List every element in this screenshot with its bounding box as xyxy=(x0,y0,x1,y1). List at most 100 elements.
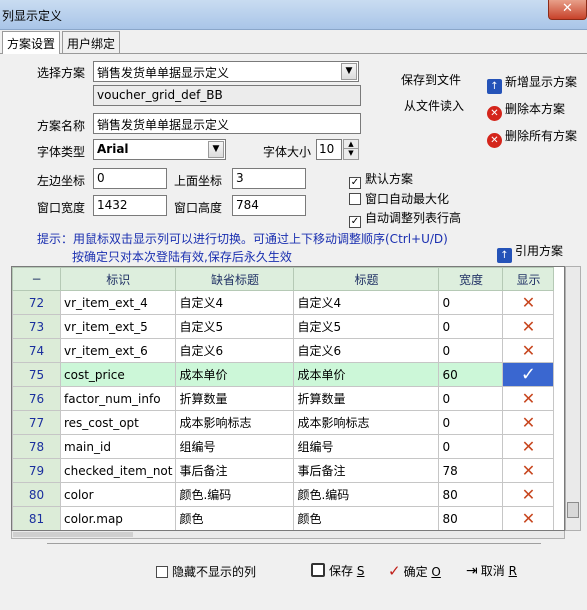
row-number-cell[interactable]: 79 xyxy=(12,458,61,483)
show-toggle-cell[interactable]: ✕ xyxy=(502,410,555,435)
show-toggle-cell[interactable]: ✕ xyxy=(502,338,555,363)
chevron-down-icon[interactable]: ▼ xyxy=(344,149,358,158)
column-header-show[interactable]: 显示 xyxy=(502,267,555,291)
width-cell[interactable]: 0 xyxy=(438,386,504,411)
title-cell[interactable]: 成本单价 xyxy=(293,362,440,387)
hide-hidden-columns-checkbox[interactable]: 隐藏不显示的列 xyxy=(156,563,256,580)
table-row[interactable]: 80 color 颜色.编码 颜色.编码 80 ✕ xyxy=(12,482,555,507)
column-header-default-title[interactable]: 缺省标题 xyxy=(175,267,295,291)
width-cell[interactable]: 0 xyxy=(438,338,504,363)
row-number-cell[interactable]: 73 xyxy=(12,314,61,339)
default-title-cell[interactable]: 折算数量 xyxy=(175,386,295,411)
scheme-select[interactable]: 销售发货单单据显示定义 ▼ xyxy=(93,61,359,82)
font-size-stepper[interactable]: ▲ ▼ xyxy=(343,139,359,160)
default-title-cell[interactable]: 自定义6 xyxy=(175,338,295,363)
id-cell[interactable]: checked_item_not xyxy=(59,458,177,483)
id-cell[interactable]: cost_price xyxy=(59,362,177,387)
table-row[interactable]: 77 res_cost_opt 成本影响标志 成本影响标志 0 ✕ xyxy=(12,410,555,435)
show-toggle-cell[interactable]: ✕ xyxy=(502,314,555,339)
show-toggle-cell[interactable]: ✕ xyxy=(502,482,555,507)
id-cell[interactable]: res_cost_opt xyxy=(59,410,177,435)
scrollbar-thumb[interactable] xyxy=(567,502,579,518)
id-cell[interactable]: color xyxy=(59,482,177,507)
row-number-cell[interactable]: 80 xyxy=(12,482,61,507)
table-row[interactable]: 73 vr_item_ext_5 自定义5 自定义5 0 ✕ xyxy=(12,314,555,339)
column-header-id[interactable]: 标识 xyxy=(59,267,177,291)
table-row[interactable]: 75 cost_price 成本单价 成本单价 60 ✓ xyxy=(12,362,555,387)
width-cell[interactable]: 0 xyxy=(438,434,504,459)
row-number-cell[interactable]: 75 xyxy=(12,362,61,387)
title-cell[interactable]: 颜色.编码 xyxy=(293,482,440,507)
table-row[interactable]: 81 color.map 颜色 颜色 80 ✕ xyxy=(12,506,555,530)
delete-scheme-button[interactable]: ✕ 删除本方案 xyxy=(487,100,565,121)
show-toggle-cell[interactable]: ✕ xyxy=(502,434,555,459)
font-type-select[interactable]: Arial ▼ xyxy=(93,139,226,160)
show-toggle-cell[interactable]: ✕ xyxy=(502,290,555,315)
title-cell[interactable]: 折算数量 xyxy=(293,386,440,411)
close-button[interactable]: ✕ xyxy=(548,0,587,20)
show-toggle-cell[interactable]: ✕ xyxy=(502,458,555,483)
title-cell[interactable]: 自定义5 xyxy=(293,314,440,339)
grid-horizontal-scrollbar[interactable] xyxy=(11,531,565,539)
row-number-cell[interactable]: 78 xyxy=(12,434,61,459)
ok-button[interactable]: ✓ 确定 O xyxy=(388,562,441,580)
delete-all-schemes-button[interactable]: ✕ 删除所有方案 xyxy=(487,127,577,148)
width-cell[interactable]: 80 xyxy=(438,482,504,507)
chevron-up-icon[interactable]: ▲ xyxy=(344,140,358,149)
column-header-width[interactable]: 宽度 xyxy=(438,267,504,291)
row-number-cell[interactable]: 72 xyxy=(12,290,61,315)
table-row[interactable]: 76 factor_num_info 折算数量 折算数量 0 ✕ xyxy=(12,386,555,411)
table-row[interactable]: 72 vr_item_ext_4 自定义4 自定义4 0 ✕ xyxy=(12,290,555,315)
top-coord-input[interactable]: 3 xyxy=(232,168,306,189)
id-cell[interactable]: vr_item_ext_4 xyxy=(59,290,177,315)
default-title-cell[interactable]: 自定义5 xyxy=(175,314,295,339)
grid-vertical-scrollbar[interactable] xyxy=(565,266,581,531)
row-number-cell[interactable]: 76 xyxy=(12,386,61,411)
column-definition-grid[interactable]: − 标识 缺省标题 标题 宽度 显示 72 vr_item_ext_4 自定义4 自定… xyxy=(11,266,565,531)
title-cell[interactable]: 成本影响标志 xyxy=(293,410,440,435)
row-number-cell[interactable]: 77 xyxy=(12,410,61,435)
title-cell[interactable]: 自定义4 xyxy=(293,290,440,315)
id-cell[interactable]: color.map xyxy=(59,506,177,530)
chevron-down-icon[interactable]: ▼ xyxy=(341,63,357,80)
grid-corner-header[interactable]: − xyxy=(12,267,61,291)
tab-scheme-settings[interactable]: 方案设置 xyxy=(2,31,61,54)
show-toggle-cell[interactable]: ✕ xyxy=(502,506,555,530)
chevron-down-icon[interactable]: ▼ xyxy=(208,141,224,158)
row-number-cell[interactable]: 74 xyxy=(12,338,61,363)
width-cell[interactable]: 78 xyxy=(438,458,504,483)
show-toggle-cell[interactable]: ✓ xyxy=(502,362,555,387)
title-cell[interactable]: 颜色 xyxy=(293,506,440,530)
default-scheme-checkbox[interactable]: ✓ 默认方案 xyxy=(349,170,413,189)
window-width-input[interactable]: 1432 xyxy=(93,195,167,216)
table-row[interactable]: 78 main_id 组编号 组编号 0 ✕ xyxy=(12,434,555,459)
default-title-cell[interactable]: 自定义4 xyxy=(175,290,295,315)
title-cell[interactable]: 组编号 xyxy=(293,434,440,459)
id-cell[interactable]: factor_num_info xyxy=(59,386,177,411)
id-cell[interactable]: main_id xyxy=(59,434,177,459)
scrollbar-thumb[interactable] xyxy=(13,532,133,537)
id-cell[interactable]: vr_item_ext_6 xyxy=(59,338,177,363)
save-to-file-link[interactable]: 保存到文件 xyxy=(401,71,461,88)
scheme-name-input[interactable]: 销售发货单单据显示定义 xyxy=(93,113,361,134)
width-cell[interactable]: 0 xyxy=(438,410,504,435)
font-size-input[interactable]: 10 xyxy=(316,139,342,160)
default-title-cell[interactable]: 成本单价 xyxy=(175,362,295,387)
default-title-cell[interactable]: 成本影响标志 xyxy=(175,410,295,435)
tab-user-binding[interactable]: 用户绑定 xyxy=(62,31,121,53)
title-cell[interactable]: 自定义6 xyxy=(293,338,440,363)
reference-scheme-button[interactable]: ↑ 引用方案 xyxy=(497,242,563,263)
default-title-cell[interactable]: 颜色.编码 xyxy=(175,482,295,507)
default-title-cell[interactable]: 组编号 xyxy=(175,434,295,459)
left-coord-input[interactable]: 0 xyxy=(93,168,167,189)
add-scheme-button[interactable]: ↑ 新增显示方案 xyxy=(487,73,577,94)
title-cell[interactable]: 事后备注 xyxy=(293,458,440,483)
width-cell[interactable]: 80 xyxy=(438,506,504,530)
id-cell[interactable]: vr_item_ext_5 xyxy=(59,314,177,339)
column-header-title[interactable]: 标题 xyxy=(293,267,440,291)
width-cell[interactable]: 0 xyxy=(438,314,504,339)
default-title-cell[interactable]: 事后备注 xyxy=(175,458,295,483)
auto-row-height-checkbox[interactable]: ✓ 自动调整列表行高 xyxy=(349,209,461,228)
auto-maximize-checkbox[interactable]: 窗口自动最大化 xyxy=(349,190,449,207)
show-toggle-cell[interactable]: ✕ xyxy=(502,386,555,411)
